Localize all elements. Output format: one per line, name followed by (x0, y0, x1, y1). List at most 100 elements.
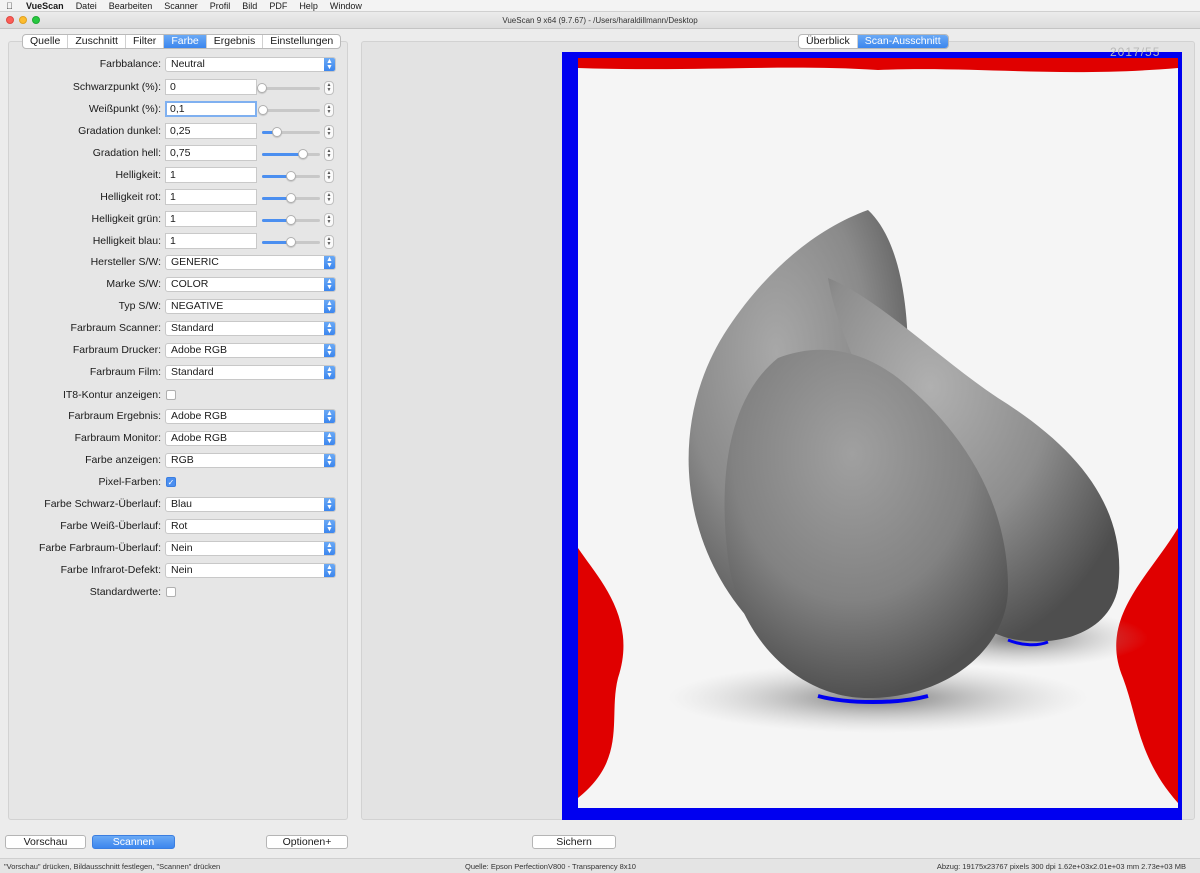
gradation-hell-slider[interactable] (262, 149, 320, 159)
schwarzpunkt-stepper[interactable]: ▲ ▼ (324, 81, 334, 95)
tab-farbe[interactable]: Farbe (164, 35, 207, 48)
farbbalance-select[interactable]: Neutral ▲ ▼ (165, 57, 336, 72)
slider-knob[interactable] (286, 237, 296, 247)
schwarzpunkt-slider[interactable] (257, 83, 320, 93)
menu-help[interactable]: Help (299, 1, 318, 11)
farbe-anzeigen-select[interactable]: RGB ▲ ▼ (165, 453, 336, 468)
menu-app[interactable]: VueScan (26, 1, 64, 11)
weisspunkt-field[interactable]: 0,1 (165, 101, 257, 117)
marke-sw-label: Marke S/W: (106, 278, 161, 290)
farbe-schwarz-ueberlauf-value: Blau (171, 498, 193, 510)
helligkeit-stepper[interactable]: ▲ ▼ (324, 169, 334, 183)
helligkeit-gruen-slider[interactable] (262, 215, 320, 225)
helligkeit-rot-label: Helligkeit rot: (100, 191, 161, 203)
chevron-updown-icon: ▲ ▼ (324, 432, 335, 445)
status-hint: "Vorschau" drücken, Bildausschnitt festl… (4, 862, 221, 871)
slider-knob[interactable] (286, 215, 296, 225)
status-output: Abzug: 19175x23767 pixels 300 dpi 1.62e+… (936, 862, 1186, 871)
sichern-button[interactable]: Sichern (532, 835, 616, 849)
schwarzpunkt-field[interactable]: 0 (165, 79, 257, 95)
row-gradation-dunkel: Gradation dunkel: 0,25 ▲ ▼ (0, 121, 348, 143)
pixel-farben-checkbox[interactable]: ✓ (166, 477, 176, 487)
zoom-window-button[interactable] (32, 16, 40, 24)
row-typ-sw: Typ S/W: NEGATIVE ▲ ▼ (0, 296, 348, 318)
slider-knob[interactable] (258, 105, 269, 115)
menu-window[interactable]: Window (330, 1, 362, 11)
hersteller-sw-select[interactable]: GENERIC ▲ ▼ (165, 255, 336, 270)
row-farbraum-film: Farbraum Film: Standard ▲ ▼ (0, 362, 348, 384)
farbe-farbraum-ueberlauf-select[interactable]: Nein ▲ ▼ (165, 541, 336, 556)
tab-quelle[interactable]: Quelle (23, 35, 69, 48)
farbe-schwarz-ueberlauf-label: Farbe Schwarz-Überlauf: (44, 498, 161, 510)
row-helligkeit-gruen: Helligkeit grün: 1 ▲ ▼ (0, 209, 348, 231)
close-window-button[interactable] (6, 16, 14, 24)
menu-profil[interactable]: Profil (210, 1, 231, 11)
row-farbraum-drucker: Farbraum Drucker: Adobe RGB ▲ ▼ (0, 340, 348, 362)
menu-scanner[interactable]: Scanner (164, 1, 198, 11)
row-helligkeit-rot: Helligkeit rot: 1 ▲ ▼ (0, 187, 348, 209)
gradation-dunkel-slider[interactable] (262, 127, 320, 137)
menu-bearbeiten[interactable]: Bearbeiten (109, 1, 153, 11)
preview-corner-label: 2017/55 (1110, 45, 1161, 59)
tab-filter[interactable]: Filter (126, 35, 165, 48)
chevron-updown-icon: ▲ ▼ (324, 410, 335, 423)
row-gradation-hell: Gradation hell: 0,75 ▲ ▼ (0, 143, 348, 165)
menu-bild[interactable]: Bild (242, 1, 257, 11)
it8-kontur-checkbox[interactable] (166, 390, 176, 400)
gradation-dunkel-field[interactable]: 0,25 (165, 123, 257, 139)
vorschau-button[interactable]: Vorschau (5, 835, 86, 849)
gradation-dunkel-stepper[interactable]: ▲ ▼ (324, 125, 334, 139)
farbe-schwarz-ueberlauf-select[interactable]: Blau ▲ ▼ (165, 497, 336, 512)
menu-datei[interactable]: Datei (76, 1, 97, 11)
farbraum-film-select[interactable]: Standard ▲ ▼ (165, 365, 336, 380)
preview-image (578, 58, 1178, 808)
weisspunkt-stepper[interactable]: ▲ ▼ (324, 103, 334, 117)
helligkeit-rot-stepper[interactable]: ▲ ▼ (324, 191, 334, 205)
tab-scan-ausschnitt[interactable]: Scan-Ausschnitt (857, 35, 948, 48)
helligkeit-rot-field[interactable]: 1 (165, 189, 257, 205)
helligkeit-field[interactable]: 1 (165, 167, 257, 183)
slider-knob[interactable] (286, 193, 296, 203)
tab-zuschnitt[interactable]: Zuschnitt (68, 35, 126, 48)
row-schwarzpunkt: Schwarzpunkt (%): 0 ▲ ▼ (0, 77, 348, 99)
scannen-button[interactable]: Scannen (92, 835, 175, 849)
tab-ergebnis[interactable]: Ergebnis (207, 35, 264, 48)
tab-einstellungen[interactable]: Einstellungen (263, 35, 340, 48)
menu-pdf[interactable]: PDF (269, 1, 287, 11)
apple-menu-icon[interactable]:  (6, 1, 16, 11)
helligkeit-gruen-field[interactable]: 1 (165, 211, 257, 227)
helligkeit-blau-stepper[interactable]: ▲ ▼ (324, 235, 334, 249)
helligkeit-gruen-label: Helligkeit grün: (91, 213, 161, 225)
farbe-weiss-ueberlauf-select[interactable]: Rot ▲ ▼ (165, 519, 336, 534)
farbraum-ergebnis-select[interactable]: Adobe RGB ▲ ▼ (165, 409, 336, 424)
slider-knob[interactable] (271, 127, 282, 137)
farbraum-ergebnis-value: Adobe RGB (171, 410, 228, 422)
optionen-button[interactable]: Optionen+ (266, 835, 348, 849)
farbraum-scanner-select[interactable]: Standard ▲ ▼ (165, 321, 336, 336)
slider-knob[interactable] (297, 149, 308, 159)
weisspunkt-slider[interactable] (258, 105, 320, 115)
marke-sw-select[interactable]: COLOR ▲ ▼ (165, 277, 336, 292)
tab-ueberblick[interactable]: Überblick (799, 35, 858, 48)
typ-sw-select[interactable]: NEGATIVE ▲ ▼ (165, 299, 336, 314)
row-farbe-weiss-ueberlauf: Farbe Weiß-Überlauf: Rot ▲ ▼ (0, 516, 348, 538)
slider-knob[interactable] (286, 171, 296, 181)
farbe-infrarot-defekt-select[interactable]: Nein ▲ ▼ (165, 563, 336, 578)
chevron-updown-icon: ▲ ▼ (324, 278, 335, 291)
hersteller-sw-value: GENERIC (171, 256, 219, 268)
minimize-window-button[interactable] (19, 16, 27, 24)
view-tabs: Überblick Scan-Ausschnitt (798, 34, 949, 49)
helligkeit-blau-slider[interactable] (262, 237, 320, 247)
helligkeit-rot-slider[interactable] (262, 193, 320, 203)
farbraum-drucker-select[interactable]: Adobe RGB ▲ ▼ (165, 343, 336, 358)
scan-preview-image[interactable] (578, 58, 1178, 808)
gradation-hell-field[interactable]: 0,75 (165, 145, 257, 161)
slider-knob[interactable] (257, 83, 267, 93)
farbraum-monitor-select[interactable]: Adobe RGB ▲ ▼ (165, 431, 336, 446)
helligkeit-slider[interactable] (262, 171, 320, 181)
chevron-updown-icon: ▲ ▼ (324, 366, 335, 379)
standardwerte-checkbox[interactable] (166, 587, 176, 597)
gradation-hell-stepper[interactable]: ▲ ▼ (324, 147, 334, 161)
helligkeit-blau-field[interactable]: 1 (165, 233, 257, 249)
helligkeit-gruen-stepper[interactable]: ▲ ▼ (324, 213, 334, 227)
